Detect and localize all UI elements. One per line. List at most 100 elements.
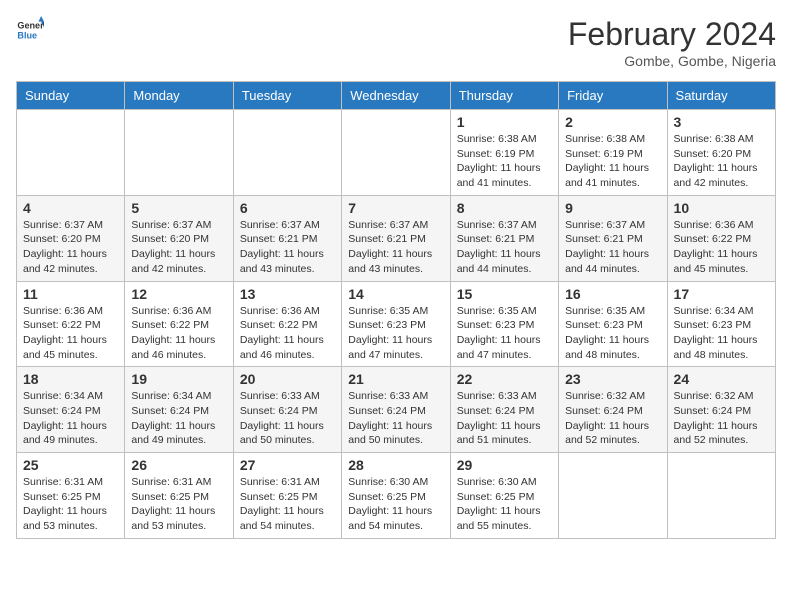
header-day-wednesday: Wednesday bbox=[342, 82, 450, 110]
calendar-cell: 1 Sunrise: 6:38 AM Sunset: 6:19 PM Daylig… bbox=[450, 110, 558, 196]
calendar-cell: 19Sunrise: 6:34 AM Sunset: 6:24 PM Dayli… bbox=[125, 367, 233, 453]
week-row-3: 11 Sunrise: 6:36 AM Sunset: 6:22 PM Dayli… bbox=[17, 281, 776, 367]
day-number: 3 bbox=[674, 114, 769, 130]
calendar-cell: 13Sunrise: 6:36 AM Sunset: 6:22 PM Dayli… bbox=[233, 281, 341, 367]
calendar-cell: 6Sunrise: 6:37 AM Sunset: 6:21 PM Daylig… bbox=[233, 195, 341, 281]
calendar-cell: 26 Sunrise: 6:31 AM Sunset: 6:25 PM Dayli… bbox=[125, 453, 233, 539]
day-info: Sunrise: 6:37 AM Sunset: 6:20 PM Dayligh… bbox=[23, 218, 118, 277]
calendar-cell: 22 Sunrise: 6:33 AM Sunset: 6:24 PM Dayli… bbox=[450, 367, 558, 453]
header-day-thursday: Thursday bbox=[450, 82, 558, 110]
day-number: 29 bbox=[457, 457, 552, 473]
day-info: Sunrise: 6:38 AM Sunset: 6:19 PM Dayligh… bbox=[565, 132, 660, 191]
day-number: 14 bbox=[348, 286, 443, 302]
calendar-cell bbox=[233, 110, 341, 196]
header-day-saturday: Saturday bbox=[667, 82, 775, 110]
calendar-cell: 24 Sunrise: 6:32 AM Sunset: 6:24 PM Dayli… bbox=[667, 367, 775, 453]
day-info: Sunrise: 6:35 AM Sunset: 6:23 PM Dayligh… bbox=[348, 304, 443, 363]
day-number: 16 bbox=[565, 286, 660, 302]
header-day-tuesday: Tuesday bbox=[233, 82, 341, 110]
day-number: 26 bbox=[131, 457, 226, 473]
calendar-cell: 2 Sunrise: 6:38 AM Sunset: 6:19 PM Daylig… bbox=[559, 110, 667, 196]
svg-text:General: General bbox=[17, 21, 44, 31]
day-info: Sunrise: 6:33 AM Sunset: 6:24 PM Dayligh… bbox=[348, 389, 443, 448]
calendar-cell: 17 Sunrise: 6:34 AM Sunset: 6:23 PM Dayli… bbox=[667, 281, 775, 367]
title-block: February 2024 Gombe, Gombe, Nigeria bbox=[568, 16, 776, 69]
day-number: 21 bbox=[348, 371, 443, 387]
calendar-cell: 10 Sunrise: 6:36 AM Sunset: 6:22 PM Dayli… bbox=[667, 195, 775, 281]
day-info: Sunrise: 6:36 AM Sunset: 6:22 PM Dayligh… bbox=[23, 304, 118, 363]
day-number: 28 bbox=[348, 457, 443, 473]
calendar-cell: 15Sunrise: 6:35 AM Sunset: 6:23 PM Dayli… bbox=[450, 281, 558, 367]
day-number: 22 bbox=[457, 371, 552, 387]
day-info: Sunrise: 6:37 AM Sunset: 6:20 PM Dayligh… bbox=[131, 218, 226, 277]
day-info: Sunrise: 6:30 AM Sunset: 6:25 PM Dayligh… bbox=[457, 475, 552, 534]
day-number: 6 bbox=[240, 200, 335, 216]
calendar-cell: 28 Sunrise: 6:30 AM Sunset: 6:25 PM Dayli… bbox=[342, 453, 450, 539]
week-row-1: 1 Sunrise: 6:38 AM Sunset: 6:19 PM Daylig… bbox=[17, 110, 776, 196]
logo: General Blue bbox=[16, 16, 44, 44]
day-number: 17 bbox=[674, 286, 769, 302]
day-number: 8 bbox=[457, 200, 552, 216]
calendar-body: 1 Sunrise: 6:38 AM Sunset: 6:19 PM Daylig… bbox=[17, 110, 776, 539]
day-number: 23 bbox=[565, 371, 660, 387]
day-number: 25 bbox=[23, 457, 118, 473]
header-day-monday: Monday bbox=[125, 82, 233, 110]
calendar-cell: 21 Sunrise: 6:33 AM Sunset: 6:24 PM Dayli… bbox=[342, 367, 450, 453]
day-info: Sunrise: 6:31 AM Sunset: 6:25 PM Dayligh… bbox=[131, 475, 226, 534]
calendar-cell: 29 Sunrise: 6:30 AM Sunset: 6:25 PM Dayli… bbox=[450, 453, 558, 539]
day-number: 27 bbox=[240, 457, 335, 473]
calendar-cell: 25Sunrise: 6:31 AM Sunset: 6:25 PM Dayli… bbox=[17, 453, 125, 539]
week-row-4: 18 Sunrise: 6:34 AM Sunset: 6:24 PM Dayli… bbox=[17, 367, 776, 453]
calendar-cell bbox=[125, 110, 233, 196]
day-number: 19 bbox=[131, 371, 226, 387]
calendar-cell: 14 Sunrise: 6:35 AM Sunset: 6:23 PM Dayli… bbox=[342, 281, 450, 367]
day-info: Sunrise: 6:32 AM Sunset: 6:24 PM Dayligh… bbox=[565, 389, 660, 448]
day-info: Sunrise: 6:31 AM Sunset: 6:25 PM Dayligh… bbox=[240, 475, 335, 534]
calendar-cell: 9Sunrise: 6:37 AM Sunset: 6:21 PM Daylig… bbox=[559, 195, 667, 281]
day-number: 1 bbox=[457, 114, 552, 130]
day-info: Sunrise: 6:37 AM Sunset: 6:21 PM Dayligh… bbox=[457, 218, 552, 277]
day-number: 13 bbox=[240, 286, 335, 302]
day-info: Sunrise: 6:37 AM Sunset: 6:21 PM Dayligh… bbox=[348, 218, 443, 277]
day-number: 2 bbox=[565, 114, 660, 130]
calendar-cell: 3Sunrise: 6:38 AM Sunset: 6:20 PM Daylig… bbox=[667, 110, 775, 196]
day-number: 12 bbox=[131, 286, 226, 302]
header-day-sunday: Sunday bbox=[17, 82, 125, 110]
calendar-cell: 8 Sunrise: 6:37 AM Sunset: 6:21 PM Daylig… bbox=[450, 195, 558, 281]
day-info: Sunrise: 6:33 AM Sunset: 6:24 PM Dayligh… bbox=[457, 389, 552, 448]
week-row-5: 25 Sunrise: 6:31 AM Sunset: 6:25 PM Dayli… bbox=[17, 453, 776, 539]
header-day-friday: Friday bbox=[559, 82, 667, 110]
calendar-cell: 7 Sunrise: 6:37 AM Sunset: 6:21 PM Daylig… bbox=[342, 195, 450, 281]
day-info: Sunrise: 6:30 AM Sunset: 6:25 PM Dayligh… bbox=[348, 475, 443, 534]
day-info: Sunrise: 6:35 AM Sunset: 6:23 PM Dayligh… bbox=[457, 304, 552, 363]
calendar-cell: 11 Sunrise: 6:36 AM Sunset: 6:22 PM Dayli… bbox=[17, 281, 125, 367]
day-number: 4 bbox=[23, 200, 118, 216]
logo-icon: General Blue bbox=[16, 16, 44, 44]
week-row-2: 4 Sunrise: 6:37 AM Sunset: 6:20 PM Daylig… bbox=[17, 195, 776, 281]
day-number: 18 bbox=[23, 371, 118, 387]
day-number: 24 bbox=[674, 371, 769, 387]
calendar-cell: 23 Sunrise: 6:32 AM Sunset: 6:24 PM Dayli… bbox=[559, 367, 667, 453]
day-info: Sunrise: 6:32 AM Sunset: 6:24 PM Dayligh… bbox=[674, 389, 769, 448]
location-subtitle: Gombe, Gombe, Nigeria bbox=[568, 53, 776, 69]
calendar-cell: 18 Sunrise: 6:34 AM Sunset: 6:24 PM Dayli… bbox=[17, 367, 125, 453]
calendar-cell: 27 Sunrise: 6:31 AM Sunset: 6:25 PM Dayli… bbox=[233, 453, 341, 539]
day-info: Sunrise: 6:37 AM Sunset: 6:21 PM Dayligh… bbox=[565, 218, 660, 277]
day-info: Sunrise: 6:34 AM Sunset: 6:24 PM Dayligh… bbox=[23, 389, 118, 448]
calendar-cell bbox=[667, 453, 775, 539]
calendar-cell bbox=[17, 110, 125, 196]
day-info: Sunrise: 6:34 AM Sunset: 6:23 PM Dayligh… bbox=[674, 304, 769, 363]
day-number: 7 bbox=[348, 200, 443, 216]
calendar-cell: 4 Sunrise: 6:37 AM Sunset: 6:20 PM Daylig… bbox=[17, 195, 125, 281]
calendar-cell bbox=[342, 110, 450, 196]
day-info: Sunrise: 6:36 AM Sunset: 6:22 PM Dayligh… bbox=[674, 218, 769, 277]
header-row: SundayMondayTuesdayWednesdayThursdayFrid… bbox=[17, 82, 776, 110]
calendar-cell: 20Sunrise: 6:33 AM Sunset: 6:24 PM Dayli… bbox=[233, 367, 341, 453]
calendar-cell: 12Sunrise: 6:36 AM Sunset: 6:22 PM Dayli… bbox=[125, 281, 233, 367]
day-number: 11 bbox=[23, 286, 118, 302]
day-number: 10 bbox=[674, 200, 769, 216]
page-header: General Blue February 2024 Gombe, Gombe,… bbox=[16, 16, 776, 69]
calendar-table: SundayMondayTuesdayWednesdayThursdayFrid… bbox=[16, 81, 776, 539]
day-number: 20 bbox=[240, 371, 335, 387]
day-info: Sunrise: 6:38 AM Sunset: 6:19 PM Dayligh… bbox=[457, 132, 552, 191]
